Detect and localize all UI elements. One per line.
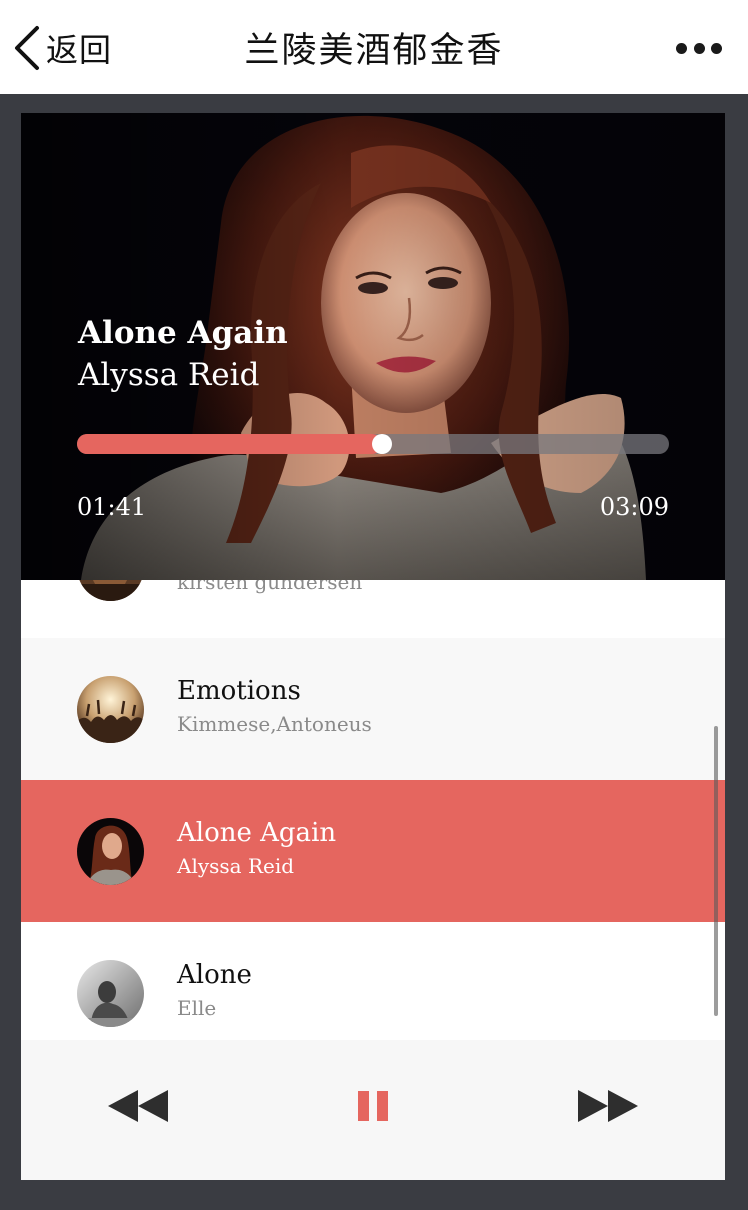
player-card: Alone Again Alyssa Reid 01:41 03:09 kirs… <box>21 113 725 1180</box>
song-artist: Alyssa Reid <box>177 854 295 878</box>
playlist-item-active[interactable]: Alone Again Alyssa Reid <box>21 780 725 922</box>
current-time: 01:41 <box>77 493 147 521</box>
song-cover-thumbnail <box>77 580 144 601</box>
song-artist: kirsten gundersen <box>177 580 363 594</box>
song-cover-thumbnail <box>77 676 144 743</box>
page-title: 兰陵美酒郁金香 <box>244 31 504 71</box>
playlist-item[interactable]: Emotions Kimmese,Antoneus <box>21 638 725 780</box>
playlist-item[interactable]: kirsten gundersen <box>21 580 725 638</box>
song-artist: Kimmese,Antoneus <box>177 712 372 736</box>
rewind-icon[interactable] <box>108 1090 168 1122</box>
playlist-item[interactable]: Alone Elle <box>21 922 725 1040</box>
song-cover-thumbnail <box>77 960 144 1027</box>
navigation-bar: 返回 兰陵美酒郁金香 <box>0 0 748 94</box>
song-cover-thumbnail <box>77 818 144 885</box>
song-title: Alone <box>177 960 252 990</box>
more-options-icon[interactable] <box>676 38 722 58</box>
playlist: kirsten gundersen Emotions Kimmese,Anton… <box>21 580 725 1040</box>
song-title: Emotions <box>177 676 301 706</box>
playback-controls <box>21 1040 725 1180</box>
progress-fill <box>77 434 383 454</box>
album-art: Alone Again Alyssa Reid 01:41 03:09 <box>21 113 725 580</box>
progress-slider[interactable] <box>77 434 669 454</box>
pause-icon[interactable] <box>358 1091 388 1121</box>
song-title: Alone Again <box>177 818 337 848</box>
now-playing-title: Alone Again <box>78 315 288 351</box>
song-artist: Elle <box>177 996 217 1020</box>
playlist-scrollbar[interactable] <box>714 726 718 1016</box>
total-time: 03:09 <box>599 493 669 521</box>
now-playing-artist: Alyssa Reid <box>78 357 260 393</box>
fast-forward-icon[interactable] <box>578 1090 638 1122</box>
